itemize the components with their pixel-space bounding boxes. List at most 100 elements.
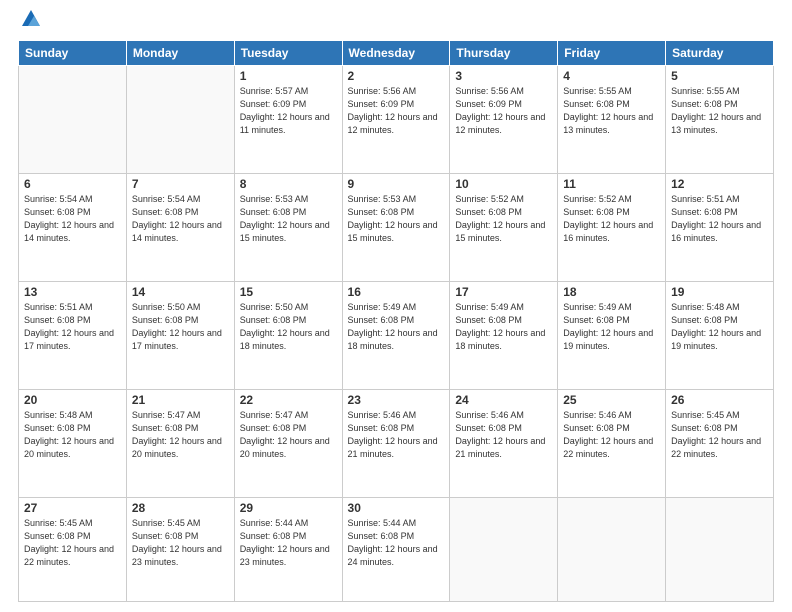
calendar-week-row: 20Sunrise: 5:48 AM Sunset: 6:08 PM Dayli… [19, 389, 774, 497]
day-number: 12 [671, 177, 768, 191]
day-info: Sunrise: 5:45 AM Sunset: 6:08 PM Dayligh… [671, 409, 768, 461]
day-number: 27 [24, 501, 121, 515]
calendar-cell: 6 Sunrise: 5:54 AM Sunset: 6:08 PM Daylig… [19, 173, 127, 281]
col-header-monday: Monday [126, 41, 234, 66]
day-number: 25 [563, 393, 660, 407]
day-number: 30 [348, 501, 445, 515]
col-header-wednesday: Wednesday [342, 41, 450, 66]
day-info: Sunrise: 5:52 AM Sunset: 6:08 PM Dayligh… [455, 193, 552, 245]
day-info: Sunrise: 5:46 AM Sunset: 6:08 PM Dayligh… [455, 409, 552, 461]
calendar-cell: 27 Sunrise: 5:45 AM Sunset: 6:08 PM Dayli… [19, 497, 127, 601]
col-header-tuesday: Tuesday [234, 41, 342, 66]
calendar-cell: 21 Sunrise: 5:47 AM Sunset: 6:08 PM Dayli… [126, 389, 234, 497]
calendar-cell [666, 497, 774, 601]
day-number: 18 [563, 285, 660, 299]
calendar-cell: 12 Sunrise: 5:51 AM Sunset: 6:08 PM Dayli… [666, 173, 774, 281]
calendar-cell: 18 Sunrise: 5:49 AM Sunset: 6:08 PM Dayli… [558, 281, 666, 389]
calendar-cell: 19 Sunrise: 5:48 AM Sunset: 6:08 PM Dayli… [666, 281, 774, 389]
col-header-sunday: Sunday [19, 41, 127, 66]
day-info: Sunrise: 5:55 AM Sunset: 6:08 PM Dayligh… [563, 85, 660, 137]
page: SundayMondayTuesdayWednesdayThursdayFrid… [0, 0, 792, 612]
calendar-cell: 4 Sunrise: 5:55 AM Sunset: 6:08 PM Daylig… [558, 66, 666, 174]
day-info: Sunrise: 5:50 AM Sunset: 6:08 PM Dayligh… [132, 301, 229, 353]
day-number: 9 [348, 177, 445, 191]
calendar-cell: 22Sunrise: 5:47 AM Sunset: 6:08 PM Dayli… [234, 389, 342, 497]
calendar-cell: 26Sunrise: 5:45 AM Sunset: 6:08 PM Dayli… [666, 389, 774, 497]
day-number: 11 [563, 177, 660, 191]
day-info: Sunrise: 5:45 AM Sunset: 6:08 PM Dayligh… [24, 517, 121, 569]
calendar-cell: 9 Sunrise: 5:53 AM Sunset: 6:08 PM Daylig… [342, 173, 450, 281]
day-number: 6 [24, 177, 121, 191]
day-number: 10 [455, 177, 552, 191]
calendar-cell: 10 Sunrise: 5:52 AM Sunset: 6:08 PM Dayli… [450, 173, 558, 281]
day-info: Sunrise: 5:49 AM Sunset: 6:08 PM Dayligh… [563, 301, 660, 353]
calendar-cell: 20Sunrise: 5:48 AM Sunset: 6:08 PM Dayli… [19, 389, 127, 497]
calendar: SundayMondayTuesdayWednesdayThursdayFrid… [18, 40, 774, 602]
day-info: Sunrise: 5:47 AM Sunset: 6:08 PM Dayligh… [132, 409, 229, 461]
calendar-header-row: SundayMondayTuesdayWednesdayThursdayFrid… [19, 41, 774, 66]
day-number: 24 [455, 393, 552, 407]
logo [18, 18, 42, 30]
calendar-cell: 7Sunrise: 5:54 AM Sunset: 6:08 PM Daylig… [126, 173, 234, 281]
day-info: Sunrise: 5:53 AM Sunset: 6:08 PM Dayligh… [348, 193, 445, 245]
day-info: Sunrise: 5:45 AM Sunset: 6:08 PM Dayligh… [132, 517, 229, 569]
day-number: 1 [240, 69, 337, 83]
day-info: Sunrise: 5:51 AM Sunset: 6:08 PM Dayligh… [24, 301, 121, 353]
day-info: Sunrise: 5:50 AM Sunset: 6:08 PM Dayligh… [240, 301, 337, 353]
header [18, 18, 774, 30]
logo-text [18, 18, 42, 30]
day-number: 17 [455, 285, 552, 299]
day-number: 21 [132, 393, 229, 407]
calendar-cell: 3 Sunrise: 5:56 AM Sunset: 6:09 PM Daylig… [450, 66, 558, 174]
day-info: Sunrise: 5:54 AM Sunset: 6:08 PM Dayligh… [24, 193, 121, 245]
day-info: Sunrise: 5:51 AM Sunset: 6:08 PM Dayligh… [671, 193, 768, 245]
day-info: Sunrise: 5:46 AM Sunset: 6:08 PM Dayligh… [563, 409, 660, 461]
day-info: Sunrise: 5:46 AM Sunset: 6:08 PM Dayligh… [348, 409, 445, 461]
col-header-friday: Friday [558, 41, 666, 66]
day-info: Sunrise: 5:47 AM Sunset: 6:08 PM Dayligh… [240, 409, 337, 461]
day-number: 15 [240, 285, 337, 299]
day-info: Sunrise: 5:56 AM Sunset: 6:09 PM Dayligh… [348, 85, 445, 137]
calendar-cell: 11 Sunrise: 5:52 AM Sunset: 6:08 PM Dayli… [558, 173, 666, 281]
day-number: 8 [240, 177, 337, 191]
calendar-cell: 30Sunrise: 5:44 AM Sunset: 6:08 PM Dayli… [342, 497, 450, 601]
day-info: Sunrise: 5:49 AM Sunset: 6:08 PM Dayligh… [455, 301, 552, 353]
day-number: 3 [455, 69, 552, 83]
calendar-cell: 25 Sunrise: 5:46 AM Sunset: 6:08 PM Dayli… [558, 389, 666, 497]
day-info: Sunrise: 5:44 AM Sunset: 6:08 PM Dayligh… [240, 517, 337, 569]
day-number: 7 [132, 177, 229, 191]
calendar-week-row: 13 Sunrise: 5:51 AM Sunset: 6:08 PM Dayli… [19, 281, 774, 389]
day-number: 4 [563, 69, 660, 83]
day-info: Sunrise: 5:57 AM Sunset: 6:09 PM Dayligh… [240, 85, 337, 137]
calendar-cell: 23 Sunrise: 5:46 AM Sunset: 6:08 PM Dayli… [342, 389, 450, 497]
day-number: 28 [132, 501, 229, 515]
calendar-week-row: 6 Sunrise: 5:54 AM Sunset: 6:08 PM Daylig… [19, 173, 774, 281]
calendar-cell: 28 Sunrise: 5:45 AM Sunset: 6:08 PM Dayli… [126, 497, 234, 601]
day-number: 14 [132, 285, 229, 299]
calendar-cell: 24 Sunrise: 5:46 AM Sunset: 6:08 PM Dayli… [450, 389, 558, 497]
calendar-cell: 13 Sunrise: 5:51 AM Sunset: 6:08 PM Dayli… [19, 281, 127, 389]
day-info: Sunrise: 5:55 AM Sunset: 6:08 PM Dayligh… [671, 85, 768, 137]
day-number: 5 [671, 69, 768, 83]
logo-icon [20, 8, 42, 30]
calendar-cell: 14 Sunrise: 5:50 AM Sunset: 6:08 PM Dayli… [126, 281, 234, 389]
calendar-cell [558, 497, 666, 601]
day-number: 13 [24, 285, 121, 299]
col-header-thursday: Thursday [450, 41, 558, 66]
day-info: Sunrise: 5:49 AM Sunset: 6:08 PM Dayligh… [348, 301, 445, 353]
calendar-cell [19, 66, 127, 174]
day-info: Sunrise: 5:56 AM Sunset: 6:09 PM Dayligh… [455, 85, 552, 137]
day-number: 23 [348, 393, 445, 407]
calendar-week-row: 27 Sunrise: 5:45 AM Sunset: 6:08 PM Dayli… [19, 497, 774, 601]
calendar-cell: 5 Sunrise: 5:55 AM Sunset: 6:08 PM Daylig… [666, 66, 774, 174]
day-number: 16 [348, 285, 445, 299]
calendar-week-row: 1 Sunrise: 5:57 AM Sunset: 6:09 PM Daylig… [19, 66, 774, 174]
calendar-cell: 17 Sunrise: 5:49 AM Sunset: 6:08 PM Dayli… [450, 281, 558, 389]
calendar-cell: 1 Sunrise: 5:57 AM Sunset: 6:09 PM Daylig… [234, 66, 342, 174]
day-info: Sunrise: 5:53 AM Sunset: 6:08 PM Dayligh… [240, 193, 337, 245]
day-number: 19 [671, 285, 768, 299]
calendar-cell: 8 Sunrise: 5:53 AM Sunset: 6:08 PM Daylig… [234, 173, 342, 281]
day-info: Sunrise: 5:52 AM Sunset: 6:08 PM Dayligh… [563, 193, 660, 245]
col-header-saturday: Saturday [666, 41, 774, 66]
day-info: Sunrise: 5:48 AM Sunset: 6:08 PM Dayligh… [671, 301, 768, 353]
